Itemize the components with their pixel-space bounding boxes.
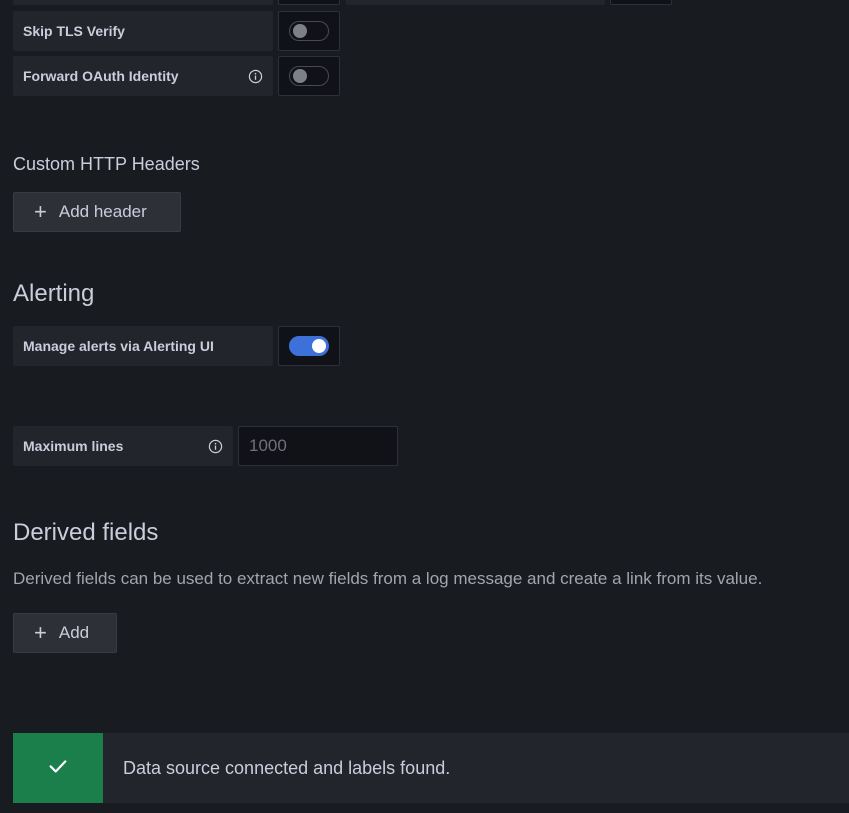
- partial-input-field[interactable]: [346, 0, 605, 5]
- manage-alerts-text: Manage alerts via Alerting UI: [23, 338, 214, 354]
- alerting-heading: Alerting: [13, 280, 95, 307]
- forward-oauth-label: Forward OAuth Identity: [13, 56, 273, 96]
- check-icon: [47, 755, 69, 782]
- skip-tls-verify-switch-box: [278, 11, 340, 51]
- custom-headers-heading: Custom HTTP Headers: [13, 154, 200, 174]
- add-header-button-label: Add header: [58, 202, 147, 221]
- partial-input-field-small[interactable]: [610, 0, 672, 5]
- skip-tls-verify-toggle[interactable]: [289, 21, 329, 41]
- info-icon[interactable]: [208, 439, 223, 454]
- plus-icon: +: [34, 620, 47, 645]
- toggle-knob: [293, 69, 307, 83]
- partial-label-box: [13, 0, 273, 5]
- info-icon[interactable]: [248, 69, 263, 84]
- add-header-button[interactable]: + Add header: [13, 192, 181, 232]
- datasource-settings-page: Skip TLS Verify Forward OAuth Identity C…: [0, 0, 849, 813]
- derived-fields-description: Derived fields can be used to extract ne…: [13, 569, 763, 588]
- plus-icon: +: [34, 199, 47, 224]
- toggle-knob: [293, 24, 307, 38]
- maximum-lines-text: Maximum lines: [23, 438, 124, 454]
- manage-alerts-toggle[interactable]: [289, 336, 329, 356]
- forward-oauth-switch-box: [278, 56, 340, 96]
- derived-fields-heading: Derived fields: [13, 519, 159, 546]
- manage-alerts-label: Manage alerts via Alerting UI: [13, 326, 273, 366]
- skip-tls-verify-label: Skip TLS Verify: [13, 11, 273, 51]
- forward-oauth-toggle[interactable]: [289, 66, 329, 86]
- add-derived-field-button-label: Add: [58, 623, 90, 642]
- add-derived-field-button[interactable]: + Add: [13, 613, 117, 653]
- partial-switch-box[interactable]: [278, 0, 340, 5]
- skip-tls-verify-text: Skip TLS Verify: [23, 23, 125, 39]
- maximum-lines-label: Maximum lines: [13, 426, 233, 466]
- alert-message: Data source connected and labels found.: [123, 757, 451, 778]
- forward-oauth-text: Forward OAuth Identity: [23, 68, 179, 84]
- success-alert: Data source connected and labels found.: [13, 733, 849, 803]
- alert-icon-box: [13, 733, 103, 803]
- toggle-knob: [312, 339, 326, 353]
- maximum-lines-input[interactable]: [238, 426, 398, 466]
- manage-alerts-switch-box: [278, 326, 340, 366]
